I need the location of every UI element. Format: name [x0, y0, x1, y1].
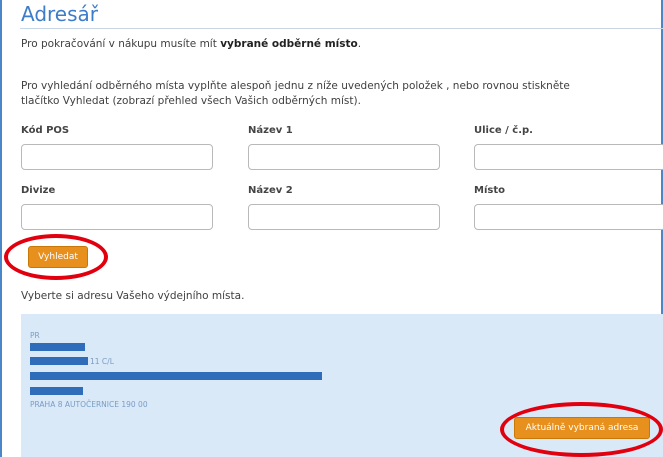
redacted-address-line-4: [30, 372, 322, 380]
label-kod-pos: Kód POS: [21, 125, 70, 136]
kod-pos-input[interactable]: [21, 144, 213, 170]
redacted-address-line-5: [30, 387, 83, 395]
intro-text: Pro pokračování v nákupu musíte mít vybr…: [21, 38, 361, 50]
divize-input[interactable]: [21, 204, 213, 230]
intro-text-end: .: [357, 38, 362, 50]
address-line-3-suffix: 11 C/L: [90, 357, 114, 366]
address-line-1: PR: [30, 331, 40, 340]
search-button[interactable]: Vyhledat: [28, 246, 88, 268]
redacted-address-line-2: [30, 343, 85, 351]
misto-input[interactable]: [474, 204, 663, 230]
label-ulice: Ulice / č.p.: [474, 125, 533, 136]
help-text-line-1: Pro vyhledání odběrného místa vyplňte al…: [21, 80, 570, 92]
nazev-2-input[interactable]: [248, 204, 440, 230]
current-address-button[interactable]: Aktuálně vybraná adresa: [514, 417, 650, 439]
label-misto: Místo: [474, 185, 505, 196]
ulice-input[interactable]: [474, 144, 663, 170]
intro-text-start: Pro pokračování v nákupu musíte mít: [21, 38, 217, 50]
label-nazev-1: Název 1: [248, 125, 293, 136]
label-divize: Divize: [21, 185, 56, 196]
intro-text-bold: vybrané odběrné místo: [220, 38, 358, 50]
page-title: Adresář: [21, 2, 99, 26]
left-frame-border: [0, 0, 2, 457]
nazev-1-input[interactable]: [248, 144, 440, 170]
address-line-6: PRAHA 8 AUTOČERNICE 190 00: [30, 400, 148, 409]
title-divider: [20, 28, 663, 29]
label-nazev-2: Název 2: [248, 185, 293, 196]
help-text-line-2: tlačítko Vyhledat (zobrazí přehled všech…: [21, 95, 361, 107]
results-prompt: Vyberte si adresu Vašeho výdejního místa…: [21, 290, 245, 302]
redacted-address-line-3: [30, 357, 88, 365]
